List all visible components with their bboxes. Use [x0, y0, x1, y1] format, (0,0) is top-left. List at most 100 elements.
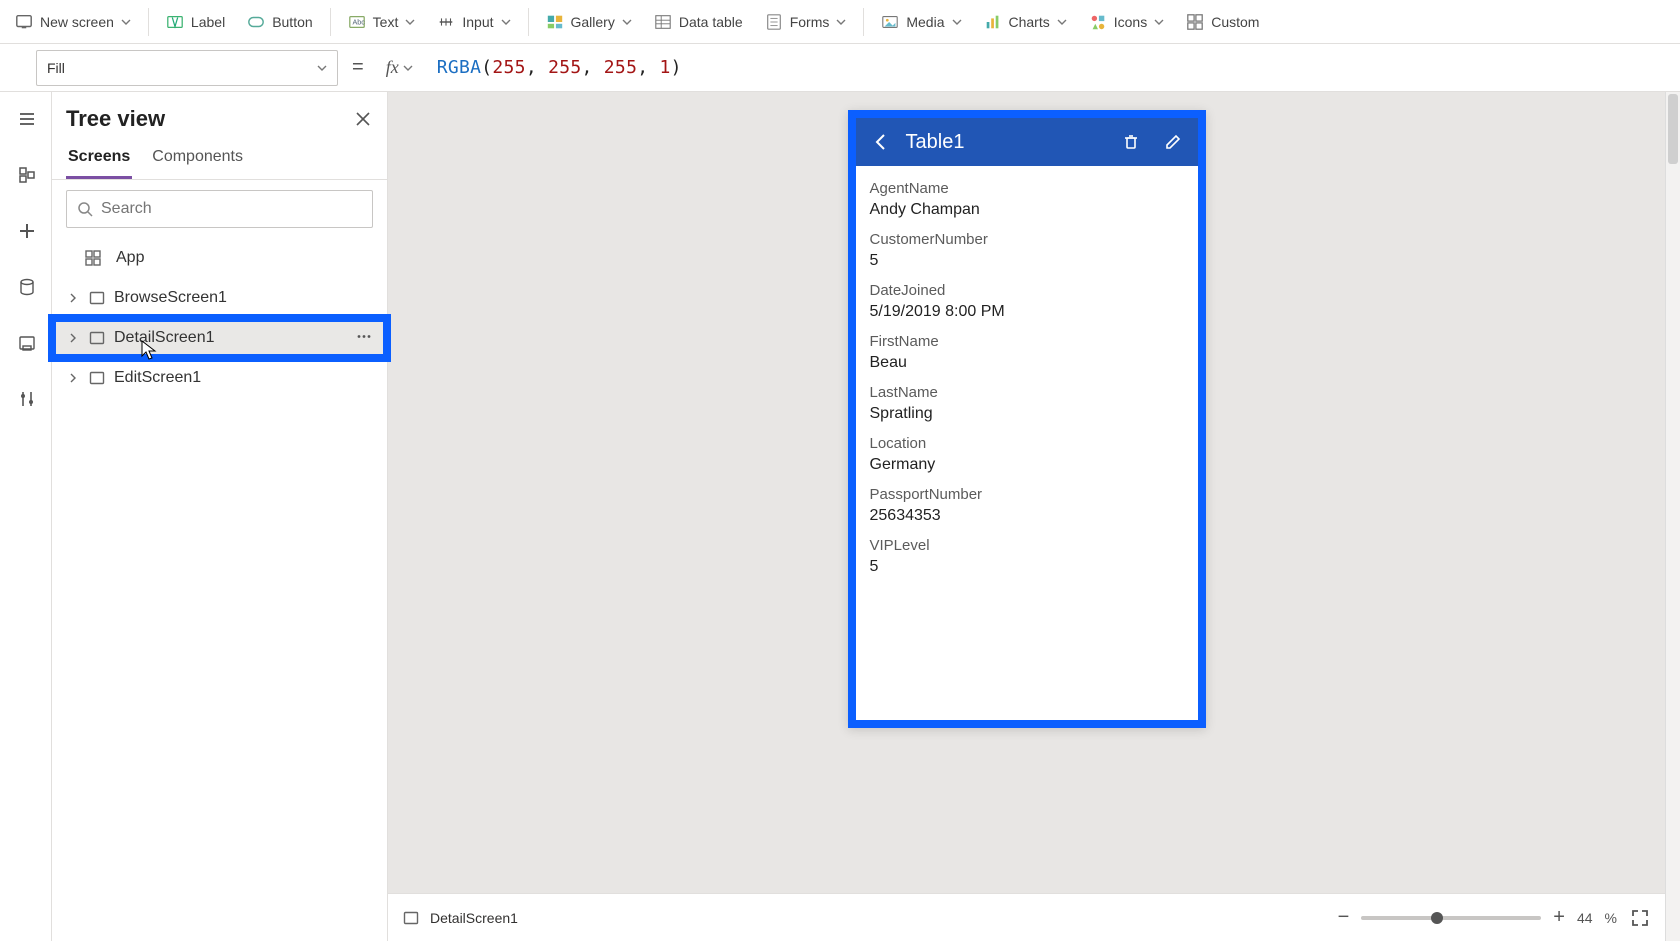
equals-sign: = — [348, 56, 368, 79]
custom-icon — [1186, 13, 1204, 31]
phone-preview[interactable]: Table1 AgentName Andy Champan CustomerNu… — [848, 110, 1206, 728]
divider — [863, 8, 864, 36]
tree-item-label: DetailScreen1 — [114, 329, 215, 347]
more-icon[interactable] — [355, 328, 373, 349]
chevron-down-icon — [622, 17, 632, 27]
back-button[interactable] — [864, 125, 898, 159]
hamburger-button[interactable] — [6, 102, 46, 136]
tree-app-label: App — [116, 249, 144, 267]
fx-label: fx — [386, 57, 399, 78]
zoom-slider[interactable] — [1361, 916, 1541, 920]
tree-list: App BrowseScreen1 DetailScreen1 — [52, 236, 387, 398]
gallery-button[interactable]: Gallery — [537, 9, 641, 35]
field-value: 5/19/2019 8:00 PM — [870, 303, 1184, 321]
charts-button[interactable]: Charts — [975, 9, 1076, 35]
zoom-unit: % — [1605, 910, 1617, 926]
chevron-down-icon — [1057, 17, 1067, 27]
tools-button[interactable] — [6, 382, 46, 416]
data-table-label: Data table — [679, 14, 743, 30]
text-label: Text — [373, 14, 399, 30]
zoom-in-button[interactable]: + — [1553, 906, 1565, 929]
tree-item-label: BrowseScreen1 — [114, 289, 227, 307]
button-button[interactable]: Button — [238, 9, 321, 35]
field-value: Germany — [870, 456, 1184, 474]
tree-view-button[interactable] — [6, 158, 46, 192]
search-input-wrapper[interactable] — [66, 190, 373, 228]
search-icon — [77, 201, 93, 217]
field-value: Beau — [870, 354, 1184, 372]
tab-components[interactable]: Components — [150, 142, 245, 179]
tree-tabs: Screens Components — [52, 138, 387, 180]
tree-item-detailscreen[interactable]: DetailScreen1 — [52, 318, 387, 358]
edit-button[interactable] — [1156, 125, 1190, 159]
property-selector[interactable]: Fill — [36, 50, 338, 86]
left-rail — [0, 92, 52, 941]
delete-button[interactable] — [1114, 125, 1148, 159]
field-label: FirstName — [870, 333, 1184, 350]
formula-fn: RGBA — [437, 57, 482, 78]
data-table-button[interactable]: Data table — [645, 9, 752, 35]
screen-icon — [88, 369, 106, 387]
chevron-right-icon — [66, 373, 80, 383]
data-button[interactable] — [6, 270, 46, 304]
chevron-down-icon — [836, 17, 846, 27]
media-rail-button[interactable] — [6, 326, 46, 360]
tab-screens[interactable]: Screens — [66, 142, 132, 179]
insert-toolbar: New screen Label Button Abc Text Input — [0, 0, 1680, 44]
tree-title: Tree view — [66, 106, 165, 132]
screen-icon — [88, 329, 106, 347]
search-input[interactable] — [101, 200, 362, 218]
label-button[interactable]: Label — [157, 9, 234, 35]
scrollbar[interactable] — [1665, 92, 1680, 941]
property-name: Fill — [47, 60, 65, 76]
text-icon: Abc — [348, 13, 366, 31]
scrollbar-thumb[interactable] — [1668, 94, 1678, 164]
forms-label: Forms — [790, 14, 830, 30]
canvas: Table1 AgentName Andy Champan CustomerNu… — [388, 92, 1680, 941]
field-value: Spratling — [870, 405, 1184, 423]
new-screen-label: New screen — [40, 14, 114, 30]
field-label: LastName — [870, 384, 1184, 401]
new-screen-button[interactable]: New screen — [6, 9, 140, 35]
main-area: Tree view Screens Components App — [0, 92, 1680, 941]
text-button[interactable]: Abc Text — [339, 9, 425, 35]
input-button[interactable]: Input — [428, 9, 519, 35]
icons-button[interactable]: Icons — [1080, 9, 1173, 35]
chevron-down-icon — [501, 17, 511, 27]
chevron-down-icon — [317, 63, 327, 73]
label-icon — [166, 13, 184, 31]
tree-item-editscreen[interactable]: EditScreen1 — [52, 358, 387, 398]
tree-item-label: EditScreen1 — [114, 369, 201, 387]
data-table-icon — [654, 13, 672, 31]
zoom-out-button[interactable]: − — [1338, 906, 1350, 929]
fx-button[interactable]: fx — [378, 57, 421, 78]
status-bar: DetailScreen1 − + 44 % — [388, 893, 1665, 941]
tree-item-browsescreen[interactable]: BrowseScreen1 — [52, 278, 387, 318]
field-value: 5 — [870, 558, 1184, 576]
field-label: CustomerNumber — [870, 231, 1184, 248]
fit-to-window-button[interactable] — [1629, 907, 1651, 929]
divider — [528, 8, 529, 36]
media-button[interactable]: Media — [872, 9, 970, 35]
tree-app-row[interactable]: App — [52, 238, 387, 278]
custom-button[interactable]: Custom — [1177, 9, 1268, 35]
forms-button[interactable]: Forms — [756, 9, 856, 35]
detail-body: AgentName Andy Champan CustomerNumber 5 … — [856, 166, 1198, 586]
chevron-down-icon — [1154, 17, 1164, 27]
chevron-right-icon — [66, 333, 80, 343]
canvas-inner[interactable]: Table1 AgentName Andy Champan CustomerNu… — [388, 92, 1665, 893]
phone-header: Table1 — [856, 118, 1198, 166]
formula-input[interactable]: RGBA(255, 255, 255, 1) — [431, 57, 1670, 78]
button-label: Button — [272, 14, 312, 30]
label-label: Label — [191, 14, 225, 30]
forms-icon — [765, 13, 783, 31]
icons-icon — [1089, 13, 1107, 31]
field-value: Andy Champan — [870, 201, 1184, 219]
charts-icon — [984, 13, 1002, 31]
divider — [330, 8, 331, 36]
media-label: Media — [906, 14, 944, 30]
insert-button[interactable] — [6, 214, 46, 248]
status-screen-name: DetailScreen1 — [430, 910, 518, 926]
input-icon — [437, 13, 455, 31]
close-tree-button[interactable] — [353, 109, 373, 129]
